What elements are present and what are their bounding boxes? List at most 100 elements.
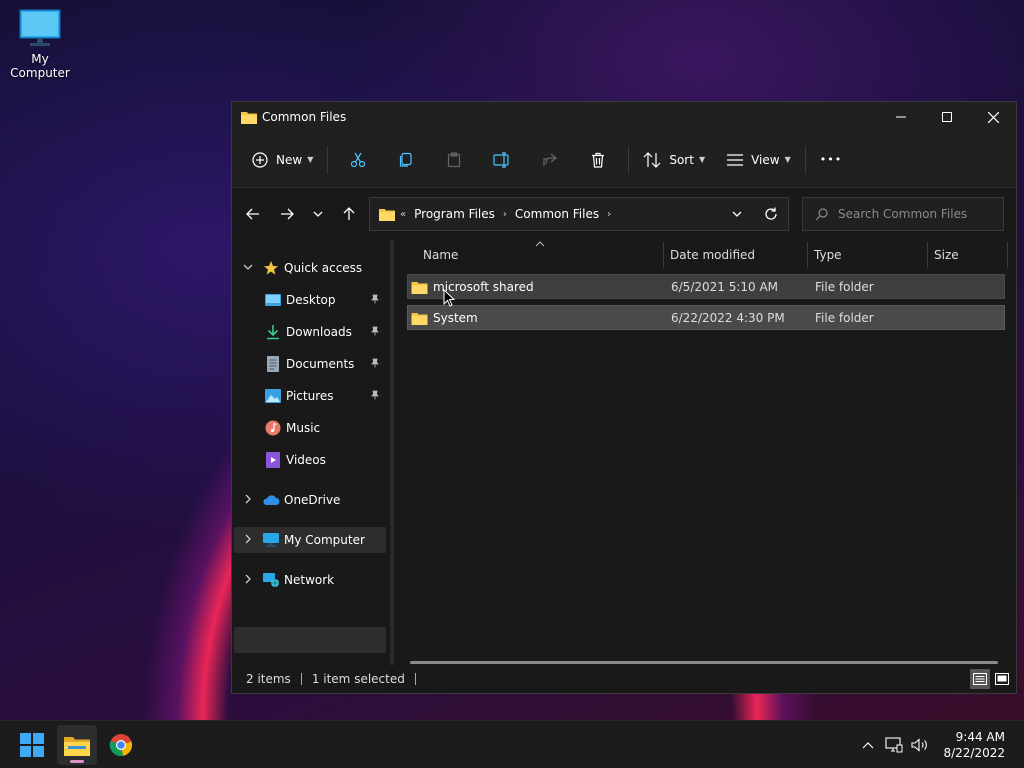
monitor-icon (19, 9, 61, 46)
file-name-cell: System (411, 306, 478, 329)
sidebar-item-pictures[interactable]: Pictures (234, 383, 386, 409)
close-button[interactable] (970, 102, 1016, 132)
chevron-down-icon: ▼ (307, 155, 314, 164)
sort-label: Sort (669, 152, 694, 167)
view-list-icon (727, 153, 744, 166)
selection-count: 1 item selected (311, 672, 405, 686)
recent-locations-button[interactable] (304, 198, 332, 230)
file-name: System (433, 310, 478, 325)
maximize-button[interactable] (924, 102, 970, 132)
share-button[interactable] (526, 144, 574, 176)
sidebar-item-label: Music (286, 421, 321, 435)
tiles-view-icon (995, 673, 1009, 685)
column-header-type[interactable]: Type (807, 240, 927, 270)
paste-button[interactable] (430, 144, 478, 176)
copy-button[interactable] (382, 144, 430, 176)
column-divider[interactable] (1007, 242, 1008, 268)
cut-button[interactable] (334, 144, 382, 176)
sidebar-item-network[interactable]: Network (234, 567, 386, 593)
sidebar-item-desktop[interactable]: Desktop (234, 287, 386, 313)
sidebar-item-my-computer[interactable]: My Computer (234, 527, 386, 553)
up-button[interactable] (332, 198, 366, 230)
windows-logo-icon (20, 733, 44, 757)
network-status-button[interactable] (881, 737, 907, 753)
new-button[interactable]: New ▼ (244, 144, 321, 176)
sidebar-item-videos[interactable]: Videos (234, 447, 386, 473)
breadcrumb-overflow[interactable]: « (400, 209, 406, 220)
minimize-button[interactable] (878, 102, 924, 132)
chevron-down-icon (313, 211, 323, 217)
address-history-button[interactable] (720, 211, 754, 217)
delete-button[interactable] (574, 144, 622, 176)
file-explorer-icon (64, 737, 90, 756)
sidebar-item-music[interactable]: Music (234, 415, 386, 441)
pin-icon (370, 389, 380, 403)
sidebar-item-onedrive[interactable]: OneDrive (234, 487, 386, 513)
column-header-row: Name Date modified Type Size (394, 240, 1016, 270)
pin-icon (370, 357, 380, 371)
sidebar-item-label: Network (284, 573, 335, 587)
horizontal-scrollbar[interactable] (410, 661, 998, 664)
taskbar-file-explorer[interactable] (57, 725, 97, 765)
rename-button[interactable] (478, 144, 526, 176)
breadcrumb-common-files[interactable]: Common Files (515, 207, 599, 221)
scissors-icon (351, 152, 366, 167)
view-label: View (751, 152, 780, 167)
chrome-icon (109, 734, 133, 757)
sidebar-item-my-computer-placeholder (234, 627, 386, 653)
title-bar[interactable]: Common Files (232, 102, 1016, 132)
pin-icon (370, 293, 380, 307)
maximize-icon (942, 112, 952, 122)
arrow-right-icon (281, 208, 294, 220)
monitor-icon (262, 532, 280, 548)
details-view-button[interactable] (970, 669, 990, 689)
sidebar-item-quick-access[interactable]: Quick access (234, 255, 386, 281)
column-header-name[interactable]: Name (416, 240, 656, 270)
desktop-icon-label: My Computer (10, 52, 70, 80)
address-bar[interactable]: « Program Files › Common Files › (369, 197, 789, 231)
plus-circle-icon (252, 151, 268, 168)
more-options-button[interactable]: ••• (812, 144, 850, 176)
breadcrumb-program-files[interactable]: Program Files (414, 207, 495, 221)
chevron-right-icon[interactable] (242, 534, 254, 547)
close-icon (987, 111, 999, 123)
taskbar-clock[interactable]: 9:44 AM 8/22/2022 (943, 729, 1005, 761)
sidebar-item-label: Desktop (286, 293, 336, 307)
column-header-size[interactable]: Size (927, 240, 1007, 270)
share-icon (543, 153, 558, 166)
sidebar-item-downloads[interactable]: Downloads (234, 319, 386, 345)
back-button[interactable] (236, 198, 270, 230)
new-label: New (276, 152, 303, 167)
taskbar-chrome[interactable] (101, 725, 141, 765)
table-row[interactable]: System 6/22/2022 4:30 PM File folder (407, 305, 1005, 330)
arrow-up-icon (343, 207, 355, 220)
search-box[interactable]: Search Common Files (802, 197, 1004, 231)
chevron-right-icon[interactable] (242, 574, 254, 587)
breadcrumb-separator[interactable]: › (503, 209, 507, 220)
network-wired-icon (885, 737, 903, 753)
chevron-right-icon[interactable] (242, 494, 254, 507)
sidebar-item-label: Documents (286, 357, 355, 371)
tiles-view-button[interactable] (992, 669, 1012, 689)
breadcrumb-separator[interactable]: › (607, 209, 611, 220)
show-hidden-icons-button[interactable] (855, 741, 881, 749)
network-icon (262, 572, 280, 588)
column-header-date[interactable]: Date modified (663, 240, 807, 270)
status-divider (300, 673, 302, 685)
sort-icon (643, 151, 661, 168)
sort-button[interactable]: Sort ▼ (635, 144, 713, 176)
view-button[interactable]: View ▼ (719, 144, 799, 176)
folder-icon (241, 112, 257, 124)
chevron-down-icon[interactable] (242, 263, 254, 273)
desktop-icon-my-computer[interactable]: My Computer (2, 8, 78, 80)
refresh-button[interactable] (754, 207, 788, 221)
forward-button[interactable] (270, 198, 304, 230)
file-list: Name Date modified Type Size microsoft s… (394, 240, 1016, 665)
sidebar-item-documents[interactable]: Documents (234, 351, 386, 377)
table-row[interactable]: microsoft shared 6/5/2021 5:10 AM File f… (407, 274, 1005, 299)
start-button[interactable] (12, 725, 52, 765)
sidebar-item-label: Pictures (286, 389, 334, 403)
minimize-icon (896, 116, 906, 118)
command-bar: New ▼ Sort ▼ View ▼ ••• (232, 132, 1016, 188)
volume-button[interactable] (907, 738, 933, 752)
